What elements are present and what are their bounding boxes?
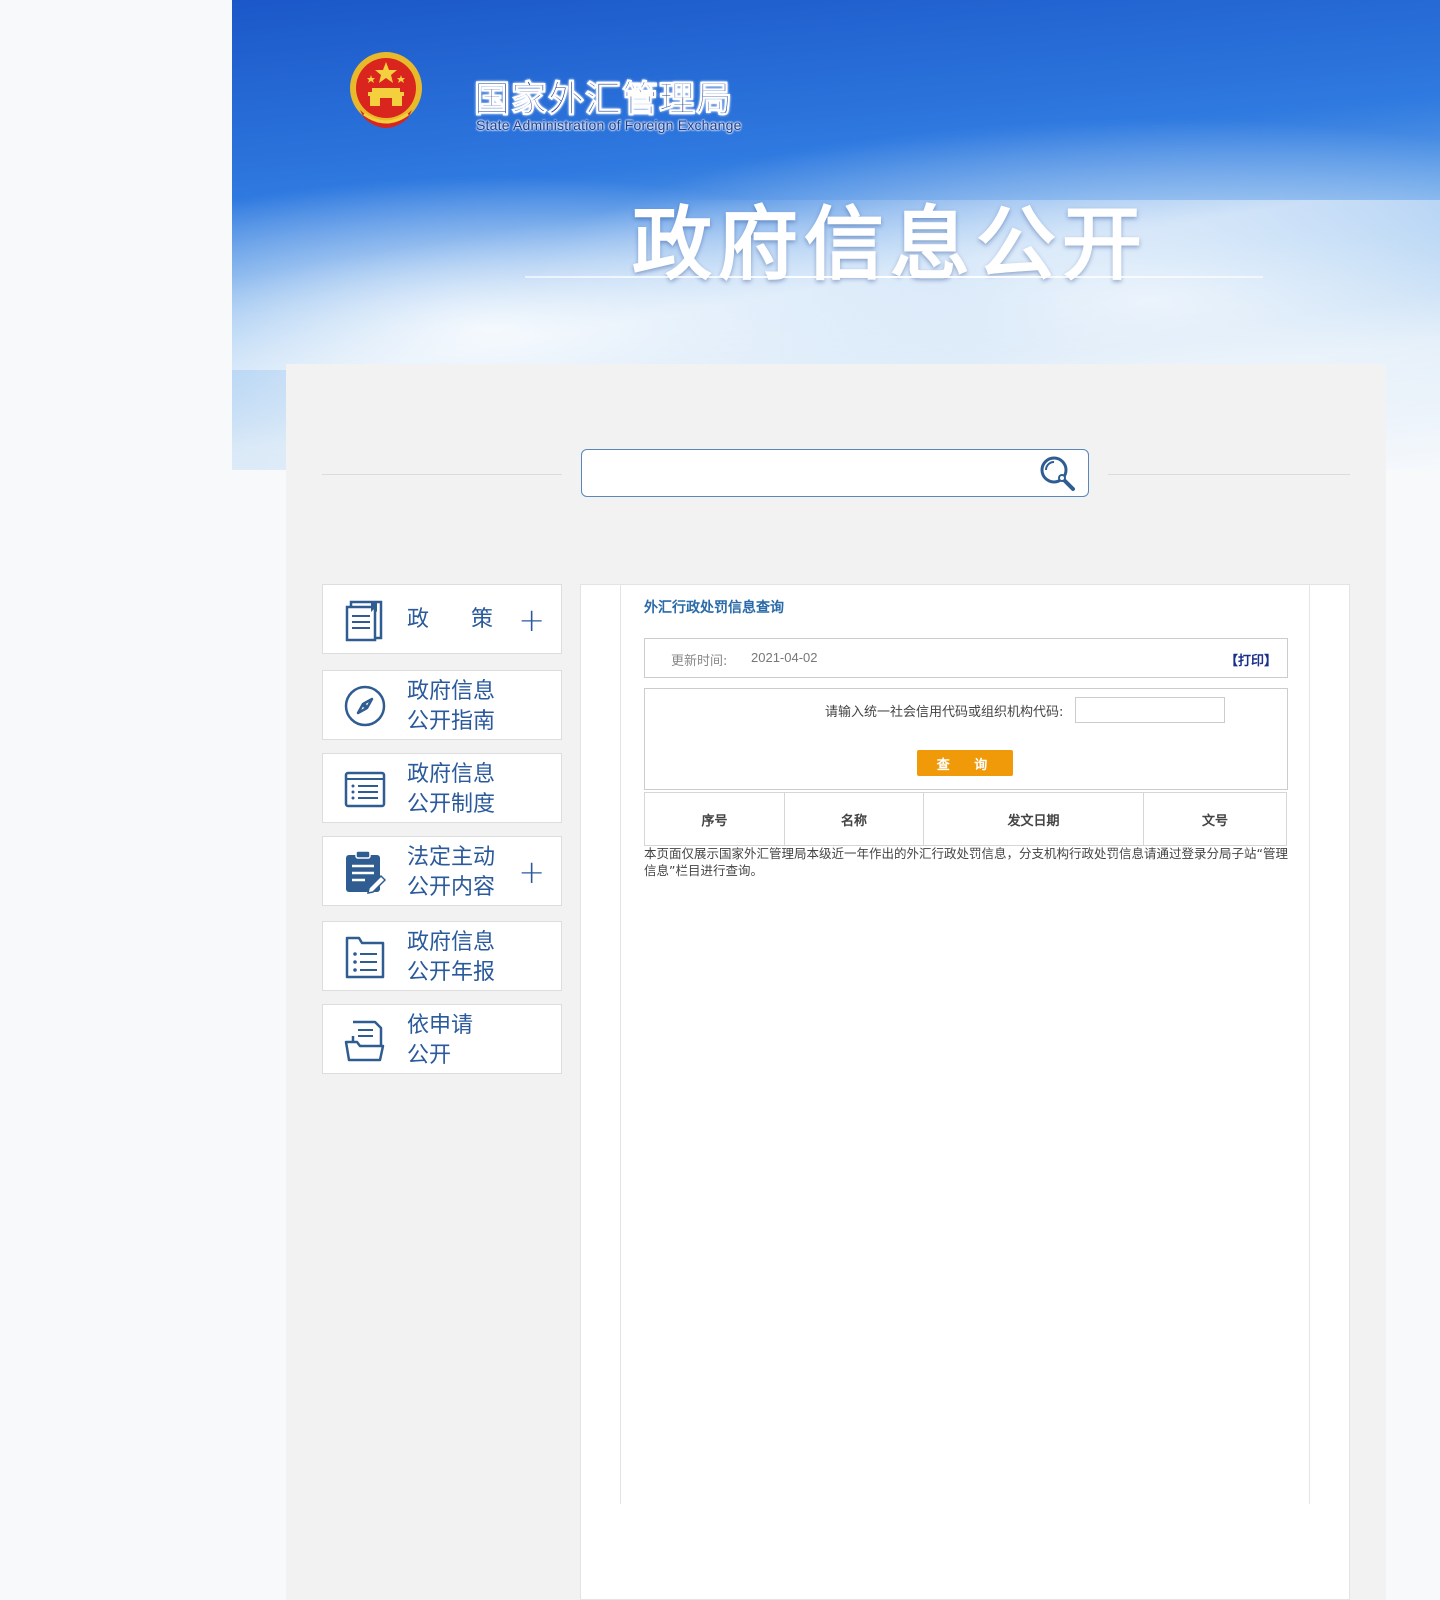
sidebar-item-proactive-disclosure[interactable]: 法定主动 公开内容 + xyxy=(322,836,562,906)
query-form: 请输入统一社会信用代码或组织机构代码: 查 询 xyxy=(644,688,1288,790)
label-line-2: 公开内容 xyxy=(407,875,496,900)
expand-plus-icon[interactable]: + xyxy=(518,856,545,888)
org-name-cn[interactable]: 国家外汇管理局 xyxy=(473,70,733,122)
search-divider-right xyxy=(1108,474,1350,475)
sidebar-item-label: 政府信息 公开年报 xyxy=(407,928,517,988)
label-line-2: 公开指南 xyxy=(407,709,496,734)
credit-code-input[interactable] xyxy=(1075,697,1225,723)
column-header-issue-date: 发文日期 xyxy=(923,792,1144,846)
disclaimer-note: 本页面仅展示国家外汇管理局本级近一年作出的外汇行政处罚信息，分支机构行政处罚信息… xyxy=(644,846,1288,878)
sidebar-item-annual-report[interactable]: 政府信息 公开年报 xyxy=(322,921,562,991)
label-line-2: 公开 xyxy=(407,1043,452,1068)
update-info-bar: 更新时间: 2021-04-02 【打印】 xyxy=(644,638,1288,678)
sidebar-item-label: 依申请 公开 xyxy=(407,1011,517,1071)
sidebar-item-label: 法定主动 公开内容 xyxy=(407,843,517,903)
print-link[interactable]: 【打印】 xyxy=(1225,650,1277,669)
label-line-1: 依申请 xyxy=(407,1013,474,1038)
search-icon[interactable] xyxy=(1038,454,1078,494)
compass-icon xyxy=(344,685,386,727)
national-emblem-icon[interactable] xyxy=(346,48,426,136)
column-header-document-number: 文号 xyxy=(1143,792,1287,846)
sidebar-item-guide[interactable]: 政府信息 公开指南 xyxy=(322,670,562,740)
update-time-value: 2021-04-02 xyxy=(751,650,818,665)
banner-title-underline xyxy=(525,276,1263,278)
sidebar-item-label: 政策 xyxy=(407,607,536,632)
label-line-2: 公开年报 xyxy=(407,960,496,985)
label-line-1: 法定主动 xyxy=(407,845,496,870)
section-title: 外汇行政处罚信息查询 xyxy=(644,600,784,616)
column-header-name: 名称 xyxy=(784,792,924,846)
policy-book-icon xyxy=(345,600,383,642)
org-name-en[interactable]: State Administration of Foreign Exchange xyxy=(476,117,742,133)
results-table: 序号 名称 发文日期 文号 xyxy=(644,792,1287,846)
sidebar-item-system[interactable]: 政府信息 公开制度 xyxy=(322,753,562,823)
search-box xyxy=(581,449,1089,497)
credit-code-label: 请输入统一社会信用代码或组织机构代码: xyxy=(825,705,1064,720)
expand-plus-icon[interactable]: + xyxy=(518,604,545,636)
list-document-icon xyxy=(344,771,386,808)
search-divider-left xyxy=(322,474,562,475)
sidebar-item-application-disclosure[interactable]: 依申请 公开 xyxy=(322,1004,562,1074)
label-line-2: 公开制度 xyxy=(407,792,496,817)
sidebar-item-policy[interactable]: 政策 + xyxy=(322,584,562,654)
page: 国家外汇管理局 State Administration of Foreign … xyxy=(0,0,1440,1600)
sidebar-item-label: 政府信息 公开制度 xyxy=(407,760,517,820)
label-line-1: 政府信息 xyxy=(407,762,496,787)
search-input[interactable] xyxy=(592,458,1016,490)
report-list-icon xyxy=(345,936,385,979)
application-form-icon xyxy=(344,1020,385,1062)
banner-title: 政府信息公开 xyxy=(632,198,1148,291)
label-line-1: 政府信息 xyxy=(407,930,496,955)
sidebar-item-label: 政府信息 公开指南 xyxy=(407,677,517,737)
query-button[interactable]: 查 询 xyxy=(917,750,1013,776)
column-header-index: 序号 xyxy=(644,792,785,846)
label-line-1: 政府信息 xyxy=(407,679,496,704)
clipboard-edit-icon xyxy=(346,850,387,894)
table-header-row: 序号 名称 发文日期 文号 xyxy=(644,792,1287,846)
update-time-label: 更新时间: xyxy=(671,654,728,669)
